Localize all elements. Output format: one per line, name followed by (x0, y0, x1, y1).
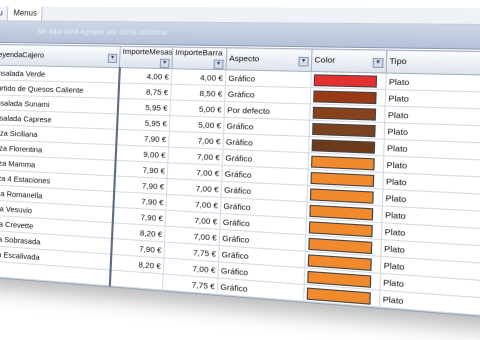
color-swatch (313, 106, 377, 120)
cell-importe-mesas[interactable]: 4,00 € (119, 68, 172, 85)
color-swatch (314, 74, 377, 87)
group-by-hint: ste aquí para agrupar por dicha columna (37, 29, 166, 37)
cell-importe-barra[interactable]: 5,00 € (170, 100, 225, 117)
color-swatch (313, 90, 377, 104)
cell-importe-mesas[interactable] (109, 270, 163, 290)
chevron-down-icon[interactable]: ▼ (298, 56, 309, 66)
cell-importe-mesas[interactable]: 8,75 € (118, 83, 171, 100)
grid-window: u Menus ste aquí para agrupar por dicha c… (0, 0, 480, 319)
color-swatch (309, 204, 373, 220)
column-header-importe-mesas[interactable]: ImporteMesas ▼ (119, 46, 173, 69)
tab-menus[interactable]: Menus (8, 7, 43, 21)
cell-importe-barra[interactable]: 4,00 € (171, 69, 226, 86)
color-swatch (307, 287, 371, 304)
color-swatch (310, 188, 374, 203)
data-grid: LeyendaCajero ▼ ImporteMesas ▼ ImporteBarr… (0, 44, 480, 317)
cell-importe-mesas[interactable]: 5,95 € (117, 98, 170, 115)
column-header-importe-barra[interactable]: ImporteBarra ▼ (172, 47, 227, 70)
color-swatch (309, 221, 373, 237)
column-header-tipo[interactable]: Tipo▼ (386, 50, 480, 75)
grid-body: Ensalada Verde 4,00 €4,00 € Gráfico Plato Su… (0, 65, 480, 316)
chevron-down-icon[interactable]: ▼ (160, 59, 170, 69)
color-swatch (308, 237, 372, 253)
column-header-aspecto[interactable]: Aspecto ▼ (226, 48, 312, 72)
color-swatch (310, 171, 374, 186)
perspective-stage: u Menus ste aquí para agrupar por dicha c… (0, 0, 480, 340)
chevron-down-icon[interactable]: ▼ (373, 57, 384, 67)
color-swatch (312, 139, 376, 154)
color-swatch (311, 155, 375, 170)
column-header-leyenda[interactable]: LeyendaCajero ▼ (0, 44, 120, 67)
cell-color[interactable] (311, 72, 386, 90)
color-swatch (312, 122, 376, 136)
column-header-color[interactable]: Color ▼ (311, 49, 386, 73)
cell-importe-barra[interactable]: 7,75 € (163, 274, 218, 294)
chevron-down-icon[interactable]: ▼ (213, 60, 223, 70)
cell-importe-barra[interactable]: 8,50 € (171, 84, 226, 101)
chevron-down-icon[interactable]: ▼ (108, 53, 118, 62)
